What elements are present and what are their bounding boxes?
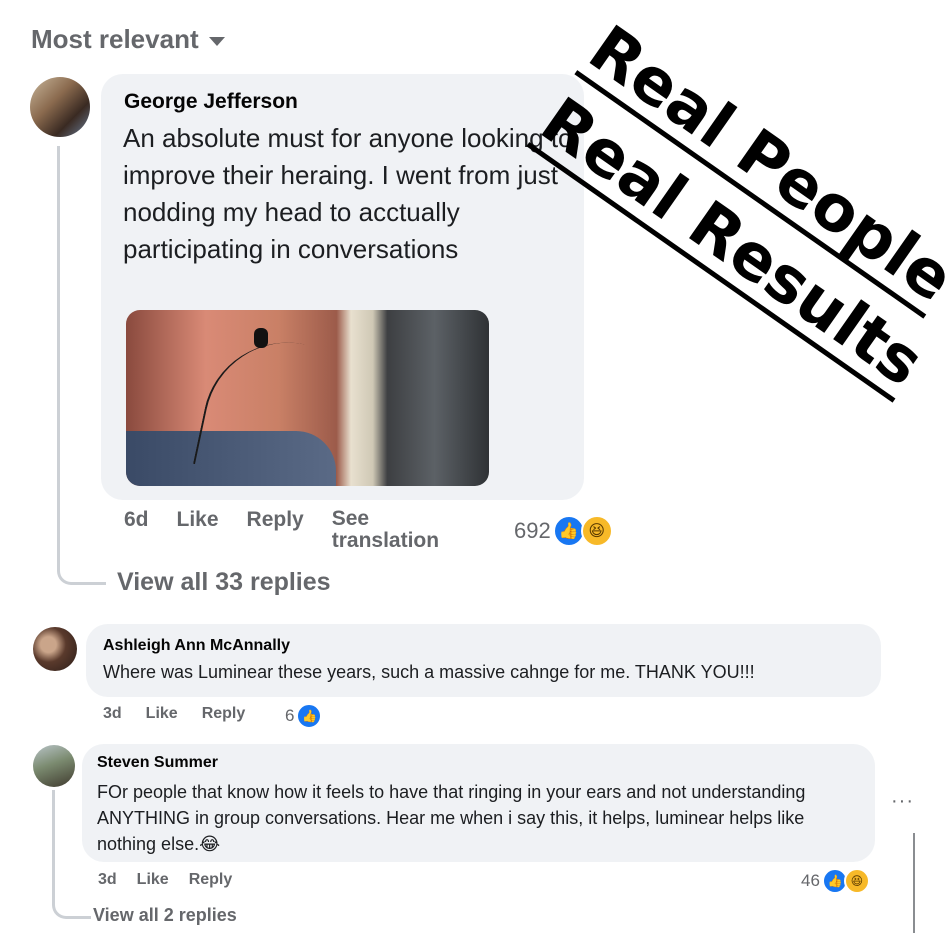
scrollbar[interactable] xyxy=(913,833,915,933)
reaction-summary[interactable]: 46 👍 😆 xyxy=(801,868,870,894)
comment-bubble xyxy=(86,624,881,697)
more-options-icon[interactable]: ··· xyxy=(891,790,914,813)
avatar[interactable] xyxy=(33,627,77,671)
comment-actions: 6d Like Reply See translation xyxy=(124,508,490,552)
sort-label: Most relevant xyxy=(31,24,199,54)
sort-dropdown[interactable]: Most relevant xyxy=(31,24,225,55)
comment-actions: 3d Like Reply xyxy=(103,705,269,723)
reaction-count: 46 xyxy=(801,871,820,890)
reaction-summary[interactable]: 692 👍 😆 xyxy=(514,515,613,547)
avatar[interactable] xyxy=(33,745,75,787)
haha-reaction-icon: 😆 xyxy=(843,868,870,894)
reaction-count: 692 xyxy=(514,518,551,543)
reaction-summary[interactable]: 6 👍 xyxy=(285,703,323,729)
photo-earbud-wire xyxy=(192,326,362,486)
comment-actions: 3d Like Reply xyxy=(98,871,252,889)
thread-line xyxy=(57,146,60,556)
view-replies-link[interactable]: View all 2 replies xyxy=(93,905,237,926)
like-button[interactable]: Like xyxy=(177,508,219,532)
comment-author[interactable]: Steven Summer xyxy=(97,754,218,772)
like-button[interactable]: Like xyxy=(137,871,169,889)
thread-line xyxy=(52,790,55,900)
see-translation-link[interactable]: See translation xyxy=(332,508,462,552)
view-replies-link[interactable]: View all 33 replies xyxy=(117,568,331,597)
reply-button[interactable]: Reply xyxy=(189,871,233,889)
comment-text: Where was Luminear these years, such a m… xyxy=(103,662,755,682)
time-link[interactable]: 6d xyxy=(124,508,149,532)
comment-text: An absolute must for anyone looking to i… xyxy=(123,123,573,264)
time-link[interactable]: 3d xyxy=(98,871,117,889)
comment-text: FOr people that know how it feels to hav… xyxy=(97,782,806,854)
reply-button[interactable]: Reply xyxy=(202,705,246,723)
avatar[interactable] xyxy=(30,77,90,137)
caret-down-icon xyxy=(208,37,225,46)
thread-connector xyxy=(52,898,91,919)
photo-earbud xyxy=(254,328,268,348)
like-reaction-icon: 👍 xyxy=(296,703,323,729)
comment-author[interactable]: George Jefferson xyxy=(124,90,298,114)
haha-reaction-icon: 😆 xyxy=(580,515,613,547)
time-link[interactable]: 3d xyxy=(103,705,122,723)
comment-author[interactable]: Ashleigh Ann McAnnally xyxy=(103,637,290,655)
like-reaction-icon: 👍 xyxy=(552,515,585,547)
reaction-count: 6 xyxy=(285,706,295,725)
like-button[interactable]: Like xyxy=(146,705,178,723)
comment-photo[interactable] xyxy=(126,310,489,486)
thread-connector xyxy=(57,552,106,585)
reply-button[interactable]: Reply xyxy=(247,508,304,532)
